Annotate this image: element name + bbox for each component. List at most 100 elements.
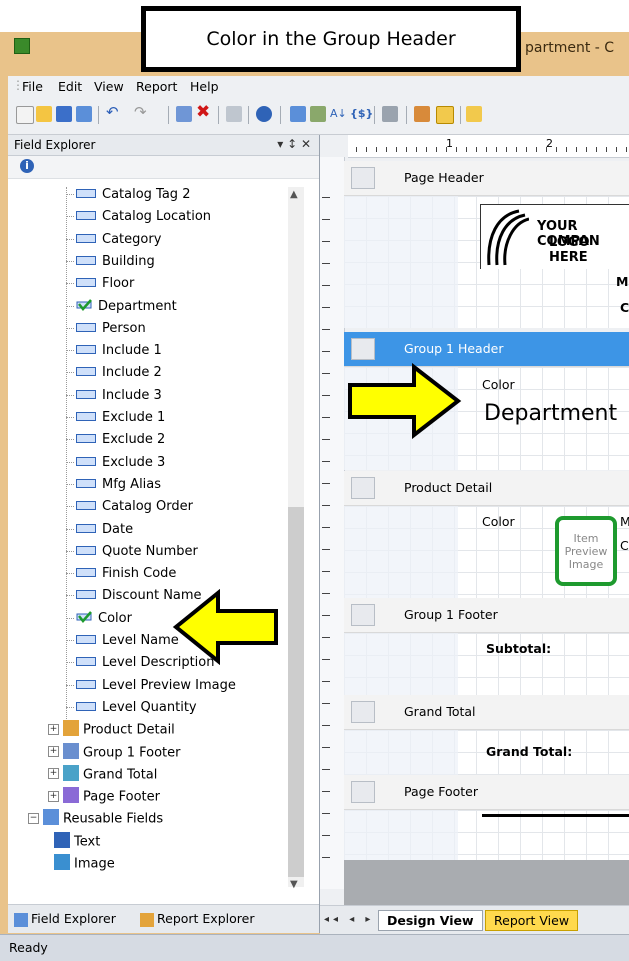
- detail-field-m[interactable]: M: [620, 514, 629, 529]
- band-settings-icon[interactable]: [351, 167, 375, 189]
- header-field-m[interactable]: M: [616, 274, 628, 289]
- band-grand-total[interactable]: Grand Total: [344, 695, 629, 730]
- tree-group-page-footer[interactable]: + Page Footer: [48, 787, 160, 811]
- tree-field-include-2[interactable]: Include 2: [66, 365, 162, 387]
- delete-icon[interactable]: ✖: [196, 102, 212, 122]
- tab-report-explorer[interactable]: Report Explorer: [140, 911, 254, 927]
- save-icon[interactable]: [56, 106, 72, 122]
- scroll-up-icon[interactable]: ▲: [290, 189, 298, 200]
- report-explorer-tab-icon: [140, 912, 154, 927]
- sort-icon[interactable]: A↓: [330, 107, 347, 123]
- tree-field-include-3[interactable]: Include 3: [66, 388, 162, 410]
- product-detail-body[interactable]: Color Item Preview Image M Ca: [344, 506, 629, 598]
- tree-field-date[interactable]: Date: [66, 522, 133, 544]
- properties-icon[interactable]: [382, 106, 398, 122]
- tab-field-explorer[interactable]: Field Explorer: [14, 911, 116, 927]
- grand-total-body[interactable]: Grand Total:: [344, 730, 629, 775]
- undo-icon[interactable]: ↶: [106, 103, 122, 121]
- tree-field-exclude-3[interactable]: Exclude 3: [66, 455, 165, 477]
- tree-field-catalog-tag-2[interactable]: Catalog Tag 2: [66, 187, 190, 209]
- edit-icon[interactable]: [176, 106, 192, 122]
- tree-field-catalog-location[interactable]: Catalog Location: [66, 209, 211, 231]
- menu-help[interactable]: Help: [190, 79, 219, 94]
- help-icon[interactable]: [256, 106, 272, 122]
- grid-toggle-icon[interactable]: [436, 106, 454, 124]
- company-logo[interactable]: YOUR COMPAN LOGO HERE: [480, 204, 629, 269]
- band-page-footer[interactable]: Page Footer: [344, 775, 629, 810]
- group-department-field[interactable]: Department: [484, 401, 617, 426]
- tree-field-level-preview-image[interactable]: Level Preview Image: [66, 678, 236, 700]
- band-group-1-header[interactable]: Group 1 Header: [344, 332, 629, 367]
- tree-reusable-fields[interactable]: − Reusable Fields: [28, 809, 163, 833]
- expand-icon[interactable]: +: [48, 746, 59, 757]
- tree-field-label: Building: [102, 253, 155, 269]
- expand-icon[interactable]: +: [48, 768, 59, 780]
- tree-reusable-text[interactable]: Text: [54, 831, 100, 856]
- band-group-1-footer[interactable]: Group 1 Footer: [344, 598, 629, 633]
- scroll-down-icon[interactable]: ▼: [290, 879, 298, 890]
- expand-icon[interactable]: +: [48, 790, 59, 802]
- collapse-icon[interactable]: −: [28, 812, 39, 824]
- tree-field-building[interactable]: Building: [66, 254, 155, 276]
- redo-icon[interactable]: ↷: [134, 103, 150, 121]
- extra-icon[interactable]: [466, 106, 482, 122]
- band-settings-icon[interactable]: [351, 781, 375, 803]
- filter-icon[interactable]: [310, 106, 326, 122]
- report-icon[interactable]: [290, 106, 306, 122]
- page-footer-body[interactable]: [344, 810, 629, 860]
- menu-edit[interactable]: Edit: [58, 79, 82, 94]
- subtotal-label[interactable]: Subtotal:: [486, 641, 551, 656]
- scroll-thumb[interactable]: [288, 507, 304, 877]
- tree-group-group-1-footer[interactable]: + Group 1 Footer: [48, 742, 181, 767]
- tab-design-view[interactable]: Design View: [378, 910, 483, 931]
- tree-field-level-name[interactable]: Level Name: [66, 633, 179, 655]
- tree-field-department[interactable]: Department: [66, 299, 177, 321]
- detail-color-field[interactable]: Color: [482, 514, 515, 529]
- new-icon[interactable]: [16, 106, 34, 124]
- tree-field-mfg-alias[interactable]: Mfg Alias: [66, 477, 161, 499]
- explorer-tabs: Field Explorer Report Explorer: [8, 904, 319, 933]
- menu-view[interactable]: View: [94, 79, 124, 94]
- group-icon: [63, 742, 79, 759]
- tree-field-include-1[interactable]: Include 1: [66, 343, 162, 365]
- tree-field-category[interactable]: Category: [66, 232, 161, 254]
- tree-field-quote-number[interactable]: Quote Number: [66, 544, 198, 566]
- band-settings-icon[interactable]: [351, 338, 375, 360]
- tree-field-exclude-2[interactable]: Exclude 2: [66, 432, 165, 454]
- open-folder-icon[interactable]: [36, 106, 52, 122]
- grand-total-label[interactable]: Grand Total:: [486, 744, 572, 759]
- print-icon[interactable]: [226, 106, 242, 122]
- tab-report-view[interactable]: Report View: [485, 910, 579, 931]
- tree-field-finish-code[interactable]: Finish Code: [66, 566, 176, 588]
- save-all-icon[interactable]: [76, 106, 92, 122]
- band-product-detail[interactable]: Product Detail: [344, 471, 629, 506]
- band-page-header[interactable]: Page Header: [344, 161, 629, 196]
- group-color-field[interactable]: Color: [482, 377, 515, 392]
- band-settings-icon[interactable]: [351, 701, 375, 723]
- panel-controls[interactable]: ▾ ↕ ✕: [277, 137, 311, 151]
- detail-field-ca[interactable]: Ca: [620, 538, 629, 553]
- tree-group-product-detail[interactable]: + Product Detail: [48, 720, 175, 744]
- tree-field-level-quantity[interactable]: Level Quantity: [66, 700, 197, 722]
- formula-icon[interactable]: {$}: [350, 107, 373, 123]
- page-header-body[interactable]: YOUR COMPAN LOGO HERE M C: [344, 196, 629, 328]
- menu-report[interactable]: Report: [136, 79, 177, 94]
- tree-field-exclude-1[interactable]: Exclude 1: [66, 410, 165, 432]
- band-settings-icon[interactable]: [351, 604, 375, 626]
- menu-file[interactable]: File: [22, 79, 43, 94]
- expand-icon[interactable]: +: [48, 723, 59, 735]
- group-footer-body[interactable]: Subtotal:: [344, 633, 629, 695]
- tree-reusable-image[interactable]: Image: [54, 854, 115, 878]
- tree-group-label: Group 1 Footer: [83, 745, 181, 760]
- band-settings-icon[interactable]: [351, 477, 375, 499]
- layout-icon[interactable]: [414, 106, 430, 122]
- header-field-c[interactable]: C: [620, 300, 629, 315]
- tree-field-catalog-order[interactable]: Catalog Order: [66, 499, 193, 521]
- info-icon[interactable]: i: [20, 159, 34, 173]
- ruler-tick: [616, 147, 617, 152]
- tree-group-grand-total[interactable]: + Grand Total: [48, 764, 157, 789]
- tree-field-color[interactable]: Color: [66, 611, 132, 633]
- tree-field-person[interactable]: Person: [66, 321, 146, 343]
- item-preview-image[interactable]: Item Preview Image: [555, 516, 617, 586]
- tree-field-floor[interactable]: Floor: [66, 276, 134, 298]
